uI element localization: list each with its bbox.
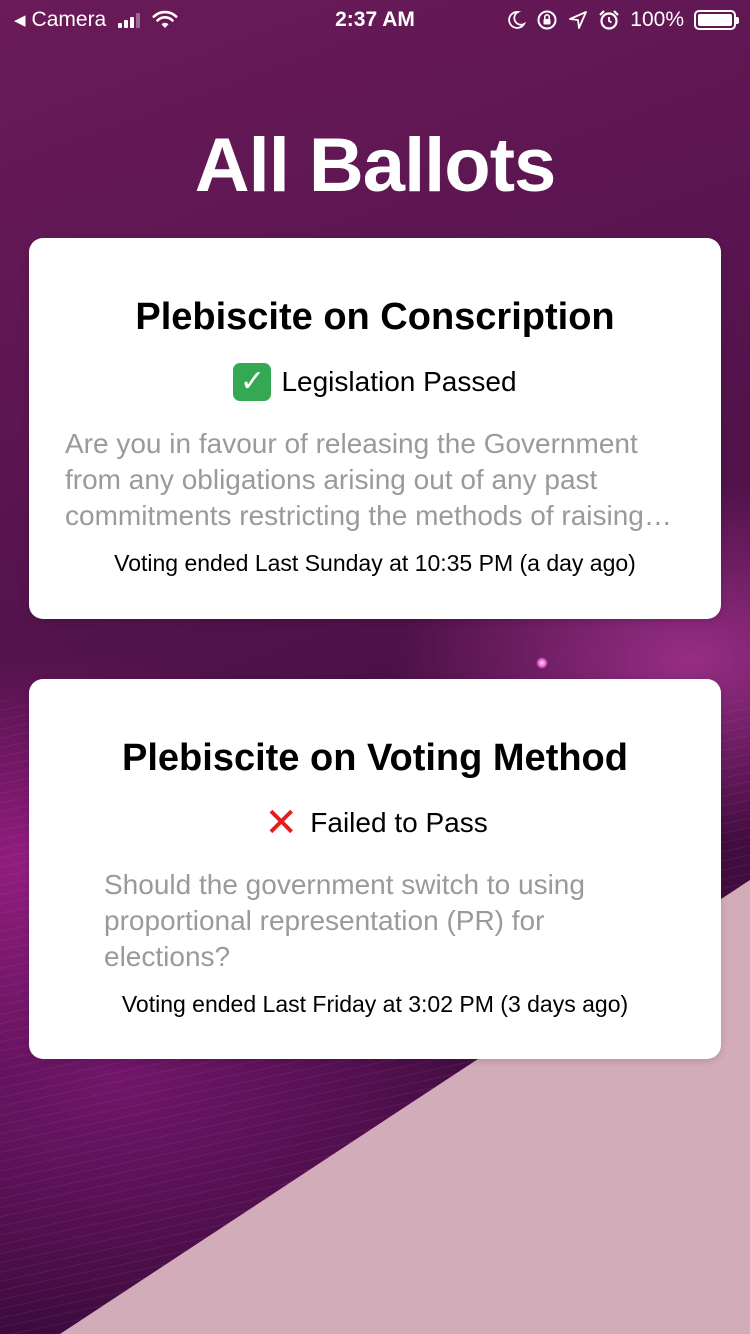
check-icon: ✓ (233, 363, 272, 401)
ballot-voting-ended: Voting ended Last Sunday at 10:35 PM (a … (114, 550, 636, 576)
moon-icon (508, 11, 527, 29)
ballot-description: Should the government switch to using pr… (29, 867, 721, 975)
ballot-card[interactable]: Plebiscite on Voting Method ✕ Failed to … (29, 679, 721, 1059)
ballot-status: ✕ Failed to Pass (29, 801, 721, 845)
ballot-description-text: Are you in favour of releasing the Gover… (65, 428, 644, 531)
battery-icon (694, 10, 739, 30)
location-arrow-icon (569, 11, 588, 29)
ballot-title: Plebiscite on Voting Method (122, 737, 628, 779)
ballot-description-text: Should the government switch to using pr… (104, 869, 585, 972)
ballot-card[interactable]: Plebiscite on Conscription ✓ Legislation… (29, 238, 721, 619)
page-title: All Ballots (194, 123, 557, 208)
ballot-status-label: Failed to Pass (310, 807, 488, 838)
rotation-lock-icon (537, 10, 557, 30)
cross-icon: ✕ (264, 801, 299, 845)
ballot-voting-ended: Voting ended Last Friday at 3:02 PM (3 d… (121, 991, 629, 1017)
battery-percentage: 100% (630, 8, 684, 31)
background-sparkle (536, 657, 548, 669)
alarm-clock-icon (599, 10, 620, 30)
ballot-title: Plebiscite on Conscription (135, 296, 615, 338)
status-bar: ◀ Camera 2:37 AM 100% (0, 0, 750, 40)
ballot-status-label: Legislation Passed (281, 366, 517, 397)
ballot-description: Are you in favour of releasing the Gover… (29, 426, 721, 534)
ballot-status: ✓ Legislation Passed (29, 363, 721, 401)
